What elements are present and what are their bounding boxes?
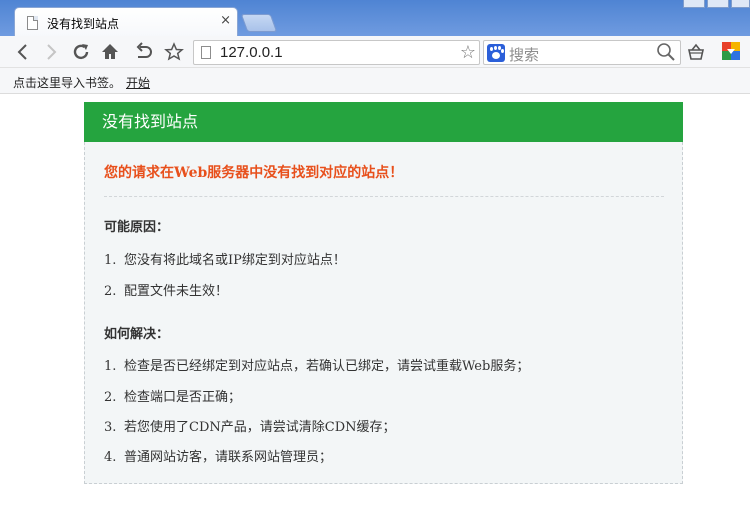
- bookmark-star-icon[interactable]: ☆: [460, 42, 476, 63]
- browser-window: 没有找到站点 × 127.0.0.1 ☆ 搜索 点击这里导入书签。 开始 没有找…: [0, 0, 750, 511]
- list-item: 2. 检查端口是否正确；: [104, 390, 242, 405]
- minimize-button[interactable]: [683, 0, 705, 8]
- list-item: 1. 检查是否已经绑定到对应站点，若确认已绑定，请尝试重载Web服务；: [104, 359, 530, 374]
- google-badge-icon[interactable]: [722, 42, 740, 60]
- search-icon[interactable]: [655, 41, 677, 63]
- forward-icon[interactable]: [40, 41, 62, 63]
- error-alert: 您的请求在Web服务器中没有找到对应的站点！: [104, 165, 404, 181]
- page-icon: [201, 46, 211, 59]
- card-body: 您的请求在Web服务器中没有找到对应的站点！ 可能原因： 1. 您没有将此域名或I…: [84, 142, 683, 484]
- bookmarks-hint: 点击这里导入书签。: [13, 76, 122, 90]
- list-item: 1. 您没有将此域名或IP绑定到对应站点！: [104, 253, 346, 268]
- undo-icon[interactable]: [132, 41, 154, 63]
- basket-icon[interactable]: [686, 42, 706, 62]
- address-bar[interactable]: 127.0.0.1 ☆: [193, 40, 480, 65]
- page-icon: [27, 16, 38, 30]
- maximize-button[interactable]: [707, 0, 729, 8]
- bookmarks-bar: 点击这里导入书签。 开始: [0, 68, 750, 94]
- tab-strip: 没有找到站点 ×: [0, 0, 750, 37]
- list-item: 2. 配置文件未生效！: [104, 284, 229, 299]
- new-tab-button[interactable]: [240, 14, 278, 32]
- close-window-button[interactable]: [731, 0, 750, 8]
- home-icon[interactable]: [99, 41, 121, 63]
- error-card: 没有找到站点 您的请求在Web服务器中没有找到对应的站点！ 可能原因： 1. 您没…: [84, 102, 683, 484]
- solutions-title: 如何解决：: [104, 327, 170, 342]
- address-url[interactable]: 127.0.0.1: [220, 44, 283, 61]
- page-content: 没有找到站点 您的请求在Web服务器中没有找到对应的站点！ 可能原因： 1. 您没…: [0, 95, 750, 511]
- tab-title: 没有找到站点: [47, 17, 120, 31]
- back-icon[interactable]: [12, 41, 34, 63]
- reasons-title: 可能原因：: [104, 220, 170, 235]
- bookmarks-start-link[interactable]: 开始: [126, 74, 150, 91]
- close-icon[interactable]: ×: [220, 13, 231, 29]
- star-icon[interactable]: [163, 41, 185, 63]
- search-box[interactable]: 搜索: [483, 40, 681, 65]
- page-title: 没有找到站点: [84, 102, 683, 142]
- reload-icon[interactable]: [70, 41, 92, 63]
- divider: [104, 196, 664, 197]
- list-item: 3. 若您使用了CDN产品，请尝试清除CDN缓存；: [104, 420, 396, 435]
- tab-active[interactable]: 没有找到站点 ×: [14, 7, 238, 37]
- list-item: 4. 普通网站访客，请联系网站管理员；: [104, 450, 333, 465]
- search-placeholder[interactable]: 搜索: [509, 44, 539, 65]
- baidu-icon[interactable]: [487, 44, 505, 62]
